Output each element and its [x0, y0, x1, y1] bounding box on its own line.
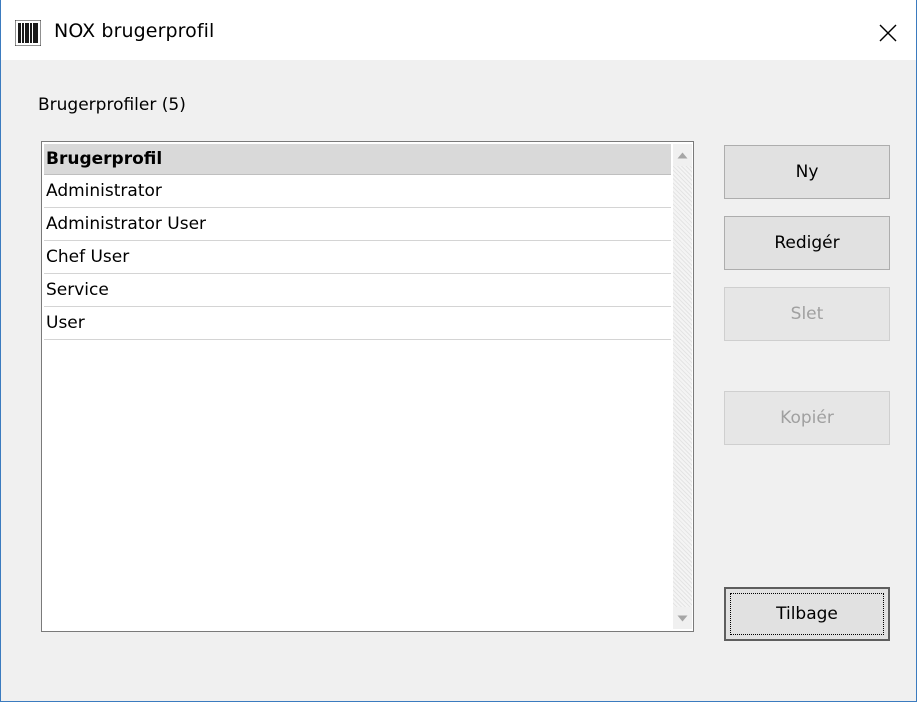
profile-list-content: Brugerprofil Administrator Administrator…	[44, 144, 671, 340]
delete-button-label: Slet	[790, 304, 824, 324]
list-item[interactable]: Administrator User	[44, 208, 671, 241]
dialog-client-area: Brugerprofiler (5) Brugerprofil Administ…	[1, 60, 916, 701]
list-item[interactable]: Administrator	[44, 175, 671, 208]
close-button[interactable]	[873, 18, 903, 48]
window-title: NOX brugerprofil	[54, 20, 215, 42]
chevron-up-icon	[677, 152, 688, 158]
copy-button[interactable]: Kopiér	[724, 391, 890, 445]
title-bar[interactable]: NOX brugerprofil	[1, 0, 916, 60]
back-button-label: Tilbage	[776, 604, 838, 624]
edit-button-label: Redigér	[774, 233, 840, 253]
back-button[interactable]: Tilbage	[724, 587, 890, 641]
scroll-up-button[interactable]	[673, 144, 692, 166]
copy-button-label: Kopiér	[780, 408, 834, 428]
list-item[interactable]: Service	[44, 274, 671, 307]
close-icon	[879, 24, 897, 42]
chevron-down-icon	[677, 615, 688, 621]
profile-count-label: Brugerprofiler (5)	[38, 95, 186, 115]
column-header-brugerprofil[interactable]: Brugerprofil	[44, 144, 671, 175]
list-item[interactable]: User	[44, 307, 671, 340]
delete-button[interactable]: Slet	[724, 287, 890, 341]
new-button-label: Ny	[795, 162, 819, 182]
scroll-down-button[interactable]	[673, 607, 692, 629]
new-button[interactable]: Ny	[724, 145, 890, 199]
profile-list[interactable]: Brugerprofil Administrator Administrator…	[41, 141, 694, 632]
list-item[interactable]: Chef User	[44, 241, 671, 274]
barcode-app-icon	[15, 20, 41, 46]
dialog-window: NOX brugerprofil Brugerprofiler (5) Brug…	[0, 0, 917, 702]
vertical-scrollbar[interactable]	[673, 144, 692, 629]
edit-button[interactable]: Redigér	[724, 216, 890, 270]
